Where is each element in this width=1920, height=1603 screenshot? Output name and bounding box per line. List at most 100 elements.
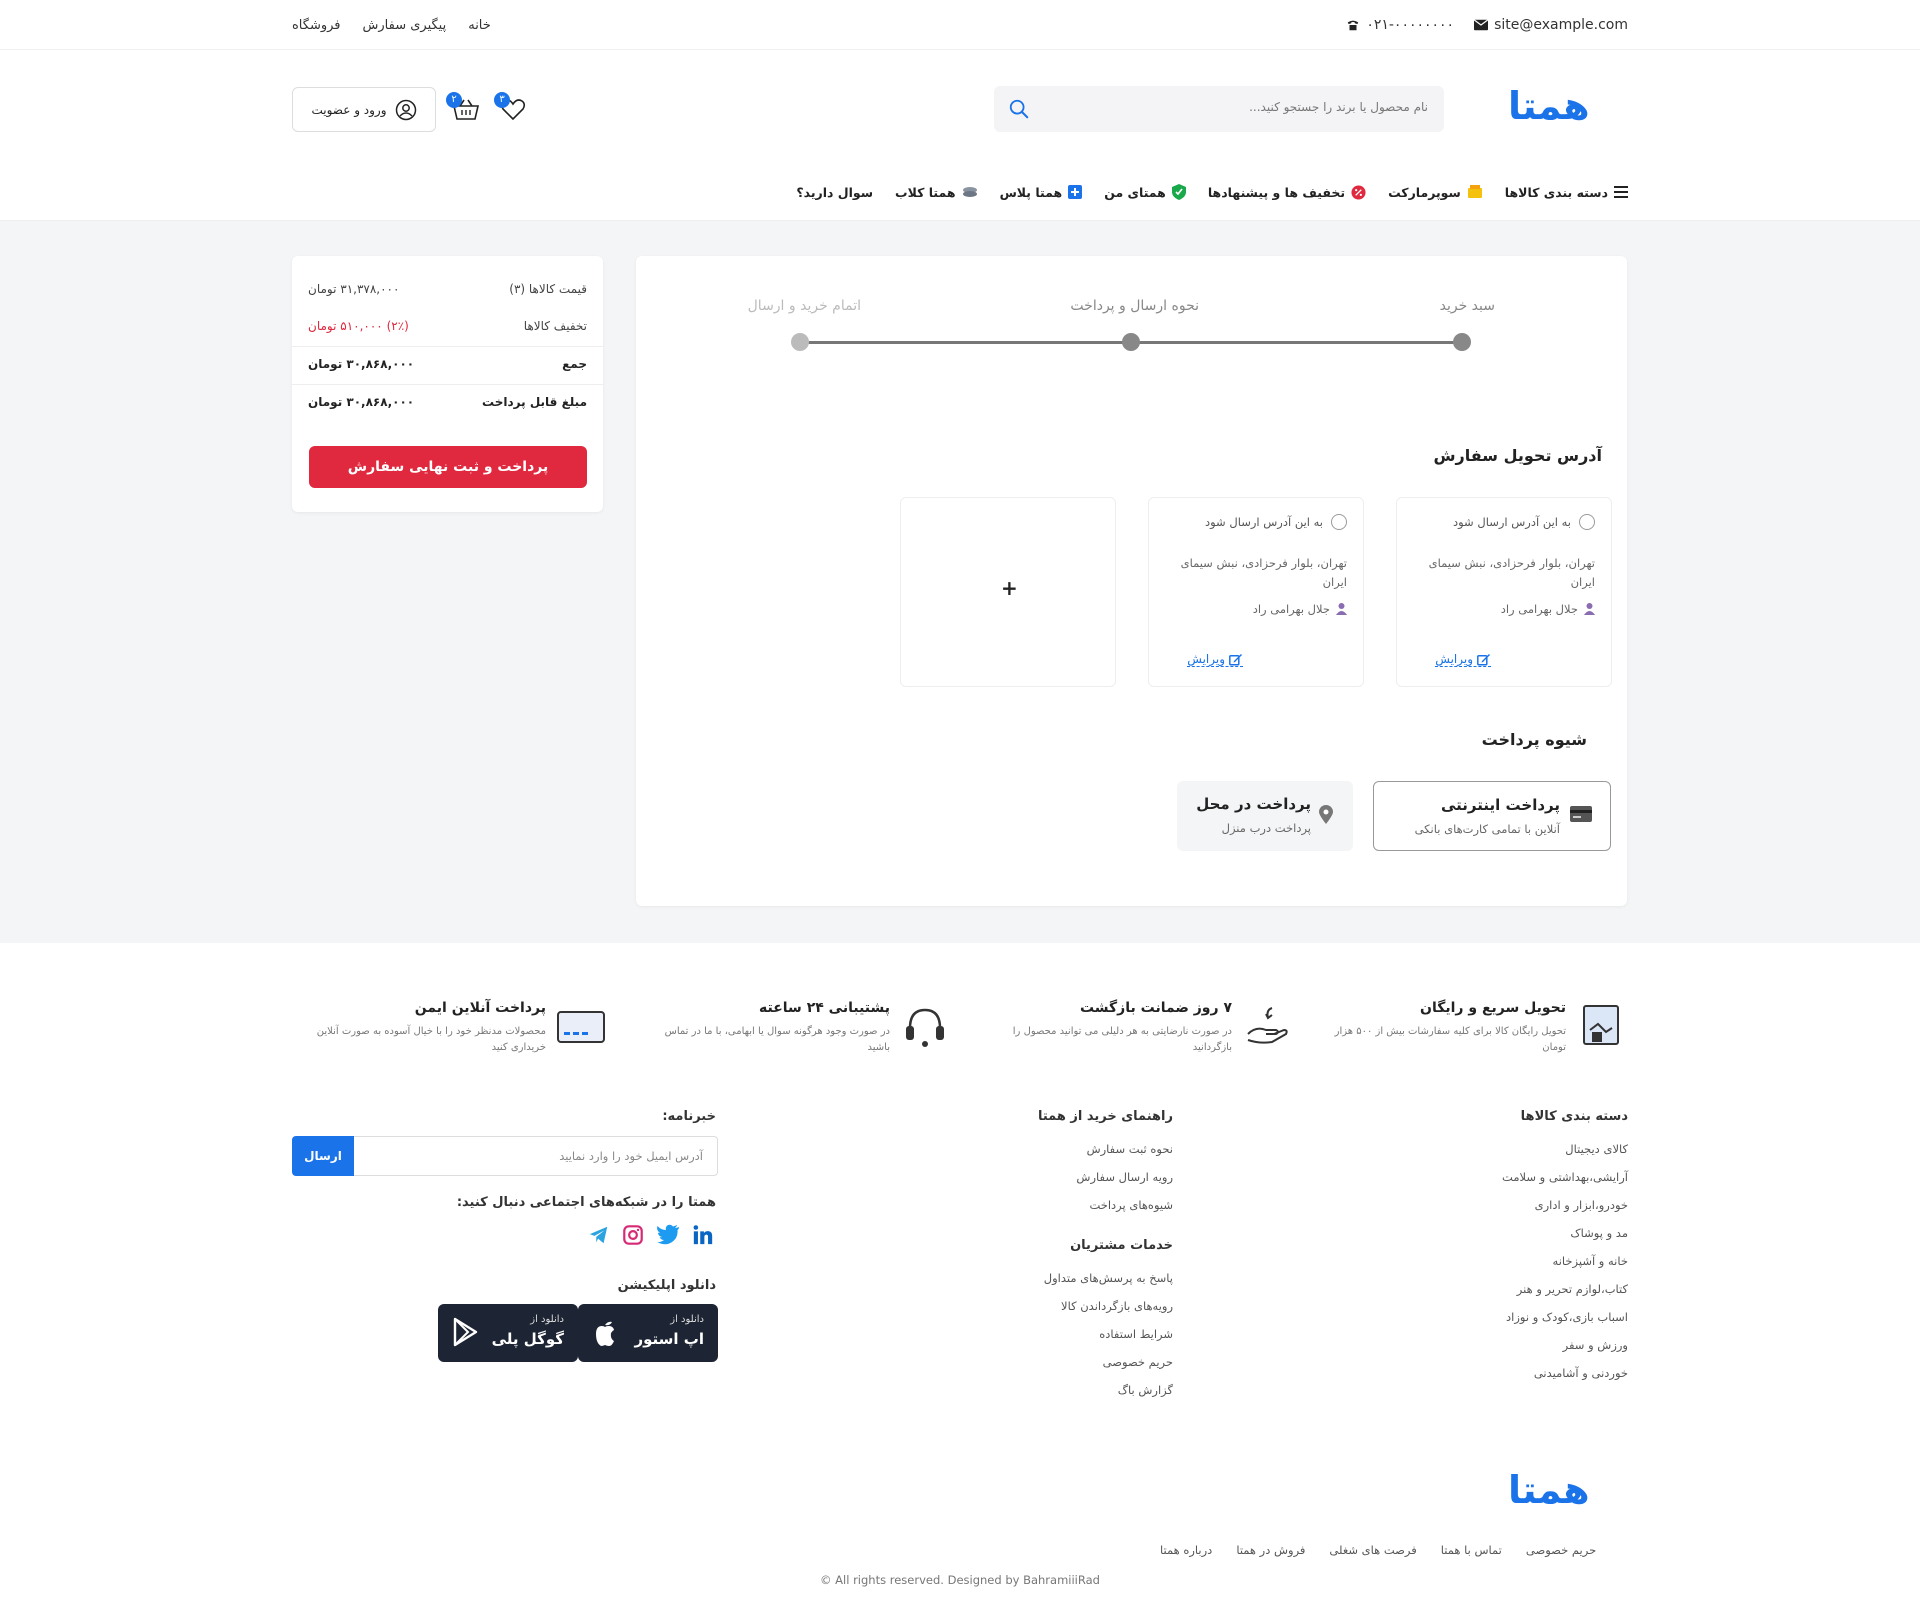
order-summary-content: قیمت کالاها (۳) ۳۱,۳۷۸,۰۰۰ تومان تخفیف ک… [292,256,603,512]
twitter-icon[interactable] [656,1224,680,1246]
final-payment-button[interactable]: پرداخت و ثبت نهایی سفارش [309,446,587,488]
footer-link[interactable]: گزارش باگ [953,1383,1173,1397]
footer-link[interactable]: خودرو،ابزار و اداری [1408,1198,1628,1212]
login-button[interactable]: ورود و عضویت [292,87,436,132]
user-circle-icon [395,99,416,120]
main-nav: دسته بندی کالاها سوپرمارکت تخفیف ها و پی… [796,180,1628,204]
footer-bottom-link[interactable]: فروش در همتا [1236,1543,1305,1557]
search-input[interactable]: نام محصول یا برند را جستجو کنید... [1249,100,1428,114]
coins-icon [962,187,977,197]
headset-icon [906,1008,944,1047]
footer-link[interactable]: رویه ارسال سفارش [953,1170,1173,1184]
play-icon [453,1317,478,1347]
social-icons [588,1224,714,1246]
footer-link[interactable]: شرایط استفاده [953,1327,1173,1341]
footer-categories: دسته بندی کالاها کالای دیجیتال آرایشی،به… [1408,1109,1628,1380]
footer-link[interactable]: ورزش و سفر [1408,1338,1628,1352]
nav-supermarket[interactable]: سوپرمارکت [1388,185,1483,200]
phone[interactable]: ۰۲۱-۰۰۰۰۰۰۰۰ [1346,17,1454,33]
plus-icon: + [1001,576,1018,600]
footer-logo[interactable]: همتا [1508,1468,1591,1512]
step-cart-label: سبد خرید [1439,298,1495,314]
top-link-shop[interactable]: فروشگاه [292,18,341,33]
app-store-button[interactable]: دانلود از اپ استور [578,1304,718,1362]
newsletter-submit-button[interactable]: ارسال [292,1136,354,1176]
step-finish-label: اتمام خرید و ارسال [747,298,861,314]
footer-link[interactable]: آرایشی،بهداشتی و سلامت [1408,1170,1628,1184]
footer-bottom-link[interactable]: فرصت های شغلی [1329,1543,1416,1557]
payment-option-online[interactable]: پرداخت اینترنتی آنلاین با تمامی کارت‌های… [1373,781,1611,851]
user-icon [1336,603,1347,615]
footer-categories-title: دسته بندی کالاها [1520,1109,1628,1124]
email[interactable]: site@example.com [1474,17,1628,33]
copyright: © All rights reserved. Designed by Bahra… [820,1573,1100,1587]
summary-row-items: قیمت کالاها (۳) ۳۱,۳۷۸,۰۰۰ تومان [308,282,587,296]
credit-card-icon [1570,806,1592,822]
location-pin-icon [1319,805,1333,824]
address-card[interactable]: به این آدرس ارسال شود تهران، بلوار فرحزا… [1396,497,1612,687]
footer-link[interactable]: حریم خصوصی [953,1355,1173,1369]
footer-link[interactable]: خانه و آشپزخانه [1408,1254,1628,1268]
plus-square-icon [1068,185,1083,199]
footer-link[interactable]: کالای دیجیتال [1408,1142,1628,1156]
step-dot-shipping [1122,333,1140,351]
contact-info: ۰۲۱-۰۰۰۰۰۰۰۰ site@example.com [1346,17,1628,33]
nav-hamta-club[interactable]: همتا کلاب [895,185,978,200]
top-link-home[interactable]: خانه [468,18,491,33]
recipient-name: جلال بهرامی راد [1253,602,1347,616]
app-download-title: دانلود اپلیکیشن [617,1278,716,1293]
footer-link[interactable]: نحوه ثبت سفارش [953,1142,1173,1156]
footer-bottom-links: حریم خصوصی تماس با همتا فرصت های شغلی فر… [1160,1543,1596,1557]
footer-link[interactable]: اسباب بازی،کودک و نوزاد [1408,1310,1628,1324]
footer-link[interactable]: رویه‌های بازگرداندن کالا [953,1299,1173,1313]
footer-link[interactable]: مد و پوشاک [1408,1226,1628,1240]
nav-faq[interactable]: سوال دارید؟ [796,185,873,200]
edit-address-button[interactable]: ویرایش [1435,652,1491,667]
phone-icon [1348,20,1359,31]
footer-social: همتا را در شبکه‌های اجتماعی دنبال کنید: [316,1195,716,1210]
recipient-name: جلال بهرامی راد [1501,602,1595,616]
discount-icon [1351,184,1366,200]
newsletter-title: خبرنامه: [662,1109,716,1124]
footer-link[interactable]: شیوه‌های پرداخت [953,1198,1173,1212]
footer-bottom-link[interactable]: درباره همتا [1160,1543,1212,1557]
search-icon[interactable] [1008,98,1030,120]
wishlist-button[interactable]: ۳ [494,92,530,124]
add-address-button[interactable]: + [900,497,1116,687]
top-link-track-order[interactable]: پیگیری سفارش [363,18,447,33]
footer-link[interactable]: پاسخ به پرسش‌های متداول [953,1271,1173,1285]
address-card[interactable]: به این آدرس ارسال شود تهران، بلوار فرحزا… [1148,497,1364,687]
cart-button[interactable]: ۲ [446,92,482,124]
google-play-button[interactable]: دانلود از گوگل پلی [438,1304,578,1362]
footer-bottom-link[interactable]: حریم خصوصی [1526,1543,1596,1557]
nav-hamta-plus[interactable]: همتا پلاس [1000,185,1083,200]
footer-link[interactable]: کتاب،لوازم تحریر و هنر [1408,1282,1628,1296]
address-radio[interactable] [1579,514,1595,530]
nav-discounts[interactable]: تخفیف ها و پیشنهادها [1208,185,1366,200]
edit-address-button[interactable]: ویرایش [1187,652,1243,667]
telegram-icon[interactable] [588,1224,610,1246]
payment-section-title: شیوه پرداخت [1481,730,1587,749]
feature-support: پشتیبانی ۲۴ ساعته در صورت وجود هرگونه سو… [650,1000,950,1070]
footer-bottom-link[interactable]: تماس با همتا [1441,1543,1502,1557]
top-bar: ۰۲۱-۰۰۰۰۰۰۰۰ site@example.com خانه پیگیر… [0,0,1920,50]
newsletter-email-input[interactable]: آدرس ایمیل خود را وارد نمایید [559,1149,703,1163]
edit-icon [1477,653,1490,666]
checkout-card: سبد خرید نحوه ارسال و پرداخت اتمام خرید … [636,256,1627,906]
footer-guide-title: راهنمای خرید از همتا [1037,1109,1173,1124]
summary-row-discount: تخفیف کالاها (۲٪) ۵۱۰,۰۰۰ تومان [308,319,587,333]
step-dot-finish [791,333,809,351]
summary-row-total: جمع ۳۰,۸۶۸,۰۰۰ تومان [308,357,587,371]
linkedin-icon[interactable] [692,1224,714,1246]
address-radio[interactable] [1331,514,1347,530]
nav-categories[interactable]: دسته بندی کالاها [1505,185,1628,200]
footer-link[interactable]: خوردنی و آشامیدنی [1408,1366,1628,1380]
payment-option-cod[interactable]: پرداخت در محل پرداخت درب منزل [1177,781,1353,851]
footer-apps: دانلود اپلیکیشن [416,1278,716,1293]
feature-return-guarantee: ۷ روز ضمانت بازگشت در صورت نارضایتی به ه… [992,1000,1292,1070]
footer-guide: راهنمای خرید از همتا نحوه ثبت سفارش رویه… [953,1109,1173,1397]
instagram-icon[interactable] [622,1224,644,1246]
site-logo[interactable]: همتا [1508,84,1591,128]
search-bar[interactable]: نام محصول یا برند را جستجو کنید... [994,86,1444,132]
nav-my-hamta[interactable]: همتای من [1104,184,1186,200]
